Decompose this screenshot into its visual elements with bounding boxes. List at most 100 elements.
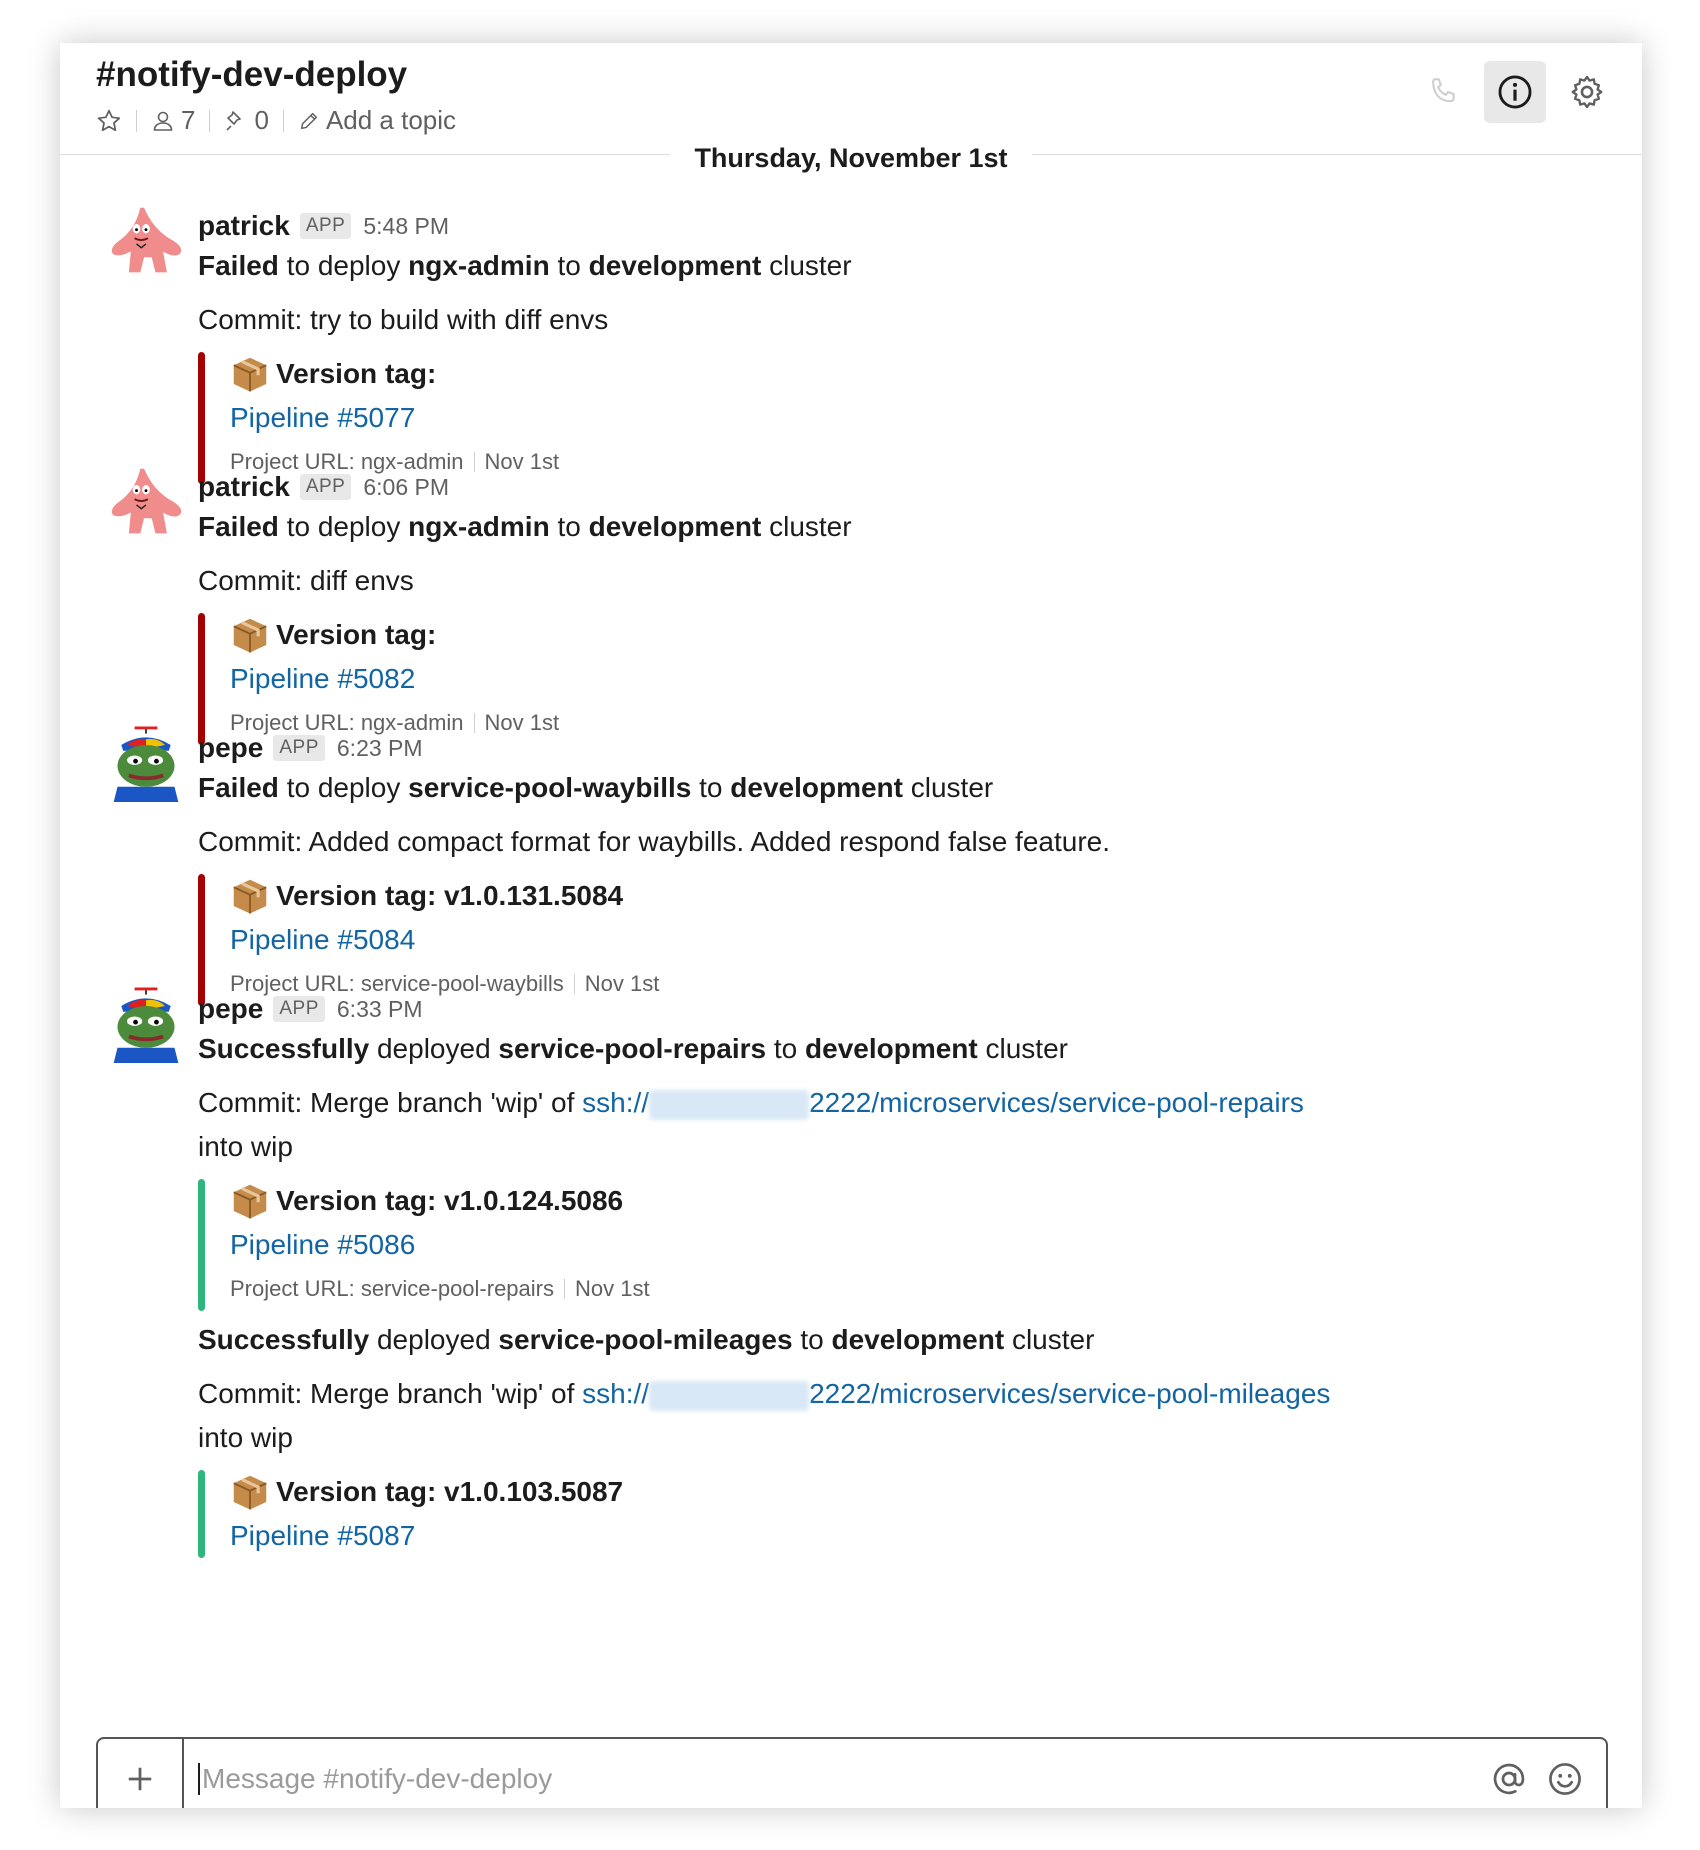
deploy-verb: to deploy bbox=[286, 250, 401, 281]
commit-prefix: Commit: Merge branch 'wip' of bbox=[198, 1087, 575, 1118]
pepe-avatar[interactable] bbox=[108, 726, 184, 802]
package-icon bbox=[233, 879, 267, 914]
repo-link[interactable]: ssh:// 2222/microservices/service-pool-mi… bbox=[582, 1378, 1331, 1411]
message-content: pepe APP 6:23 PM Failed to deploy servic… bbox=[198, 730, 1602, 1006]
to-word: to bbox=[800, 1324, 824, 1355]
meta-divider bbox=[282, 109, 284, 132]
app-badge: APP bbox=[299, 474, 352, 500]
attach-button[interactable] bbox=[98, 1739, 184, 1808]
message-header: pepe APP 6:33 PM bbox=[198, 991, 1602, 1027]
cluster-word: cluster bbox=[910, 772, 994, 803]
to-word: to bbox=[557, 511, 581, 542]
member-count: 7 bbox=[181, 105, 196, 135]
channel-details-button[interactable] bbox=[1484, 61, 1546, 123]
author-name[interactable]: pepe bbox=[198, 732, 263, 764]
package-icon bbox=[233, 1184, 267, 1219]
environment-name: development bbox=[588, 511, 762, 542]
commit-message: Commit: Added compact format for waybill… bbox=[198, 826, 1111, 857]
deploy-verb: deployed bbox=[376, 1324, 491, 1355]
to-word: to bbox=[699, 772, 723, 803]
message-timestamp[interactable]: 6:23 PM bbox=[337, 735, 423, 762]
deploy-status-line: Failed to deploy service-pool-waybills t… bbox=[198, 766, 1602, 810]
call-button[interactable] bbox=[1412, 61, 1474, 123]
deploy-status-line: Failed to deploy ngx-admin to developmen… bbox=[198, 244, 1602, 288]
attachment: Version tag: v1.0.103.5087 Pipeline #508… bbox=[198, 1470, 1602, 1558]
pencil-icon bbox=[300, 112, 318, 129]
message-timestamp[interactable]: 6:06 PM bbox=[363, 474, 449, 501]
package-icon bbox=[233, 1475, 267, 1510]
app-badge: APP bbox=[273, 996, 325, 1022]
repo-link-scheme: ssh:// bbox=[582, 1087, 650, 1118]
deploy-status-line: Successfully deployed service-pool-milea… bbox=[198, 1318, 1602, 1362]
deploy-status-line: Failed to deploy ngx-admin to developmen… bbox=[198, 505, 1602, 549]
deploy-status: Failed bbox=[198, 772, 279, 803]
cluster-word: cluster bbox=[985, 1033, 1068, 1064]
service-name: ngx-admin bbox=[408, 511, 550, 542]
patrick-avatar[interactable] bbox=[108, 465, 184, 541]
attachment: Version tag: v1.0.131.5084 Pipeline #508… bbox=[198, 874, 1602, 1006]
pipeline-link[interactable]: Pipeline #5084 bbox=[230, 918, 1602, 962]
pipeline-link[interactable]: Pipeline #5086 bbox=[230, 1223, 1602, 1267]
attachment-title: Version tag: v1.0.124.5086 bbox=[230, 1179, 1602, 1223]
author-name[interactable]: patrick bbox=[198, 210, 290, 242]
deploy-status: Successfully bbox=[198, 1324, 370, 1355]
environment-name: development bbox=[831, 1324, 1005, 1355]
commit-prefix: Commit: Merge branch 'wip' of bbox=[198, 1378, 575, 1409]
repo-link[interactable]: ssh:// 2222/microservices/service-pool-re… bbox=[582, 1087, 1304, 1120]
pipeline-link[interactable]: Pipeline #5082 bbox=[230, 657, 1602, 701]
star-icon bbox=[97, 109, 121, 131]
star-button[interactable] bbox=[96, 108, 122, 134]
author-name[interactable]: pepe bbox=[198, 993, 263, 1025]
smiley-icon[interactable] bbox=[1546, 1760, 1584, 1798]
app-badge: APP bbox=[273, 735, 325, 761]
pipeline-link[interactable]: Pipeline #5087 bbox=[230, 1514, 1602, 1558]
text-caret bbox=[198, 1763, 200, 1795]
deploy-status-line: Successfully deployed service-pool-repai… bbox=[198, 1027, 1602, 1071]
service-name: service-pool-waybills bbox=[408, 772, 692, 803]
message-timestamp[interactable]: 5:48 PM bbox=[363, 213, 449, 240]
settings-button[interactable] bbox=[1556, 61, 1618, 123]
cluster-word: cluster bbox=[1011, 1324, 1095, 1355]
attachment: Version tag: v1.0.124.5086 Pipeline #508… bbox=[198, 1179, 1602, 1311]
composer-actions bbox=[1490, 1739, 1606, 1808]
message-list[interactable]: patrick APP 5:48 PM Failed to deploy ngx… bbox=[60, 156, 1642, 1731]
attachment-color-bar bbox=[198, 1179, 205, 1311]
author-name[interactable]: patrick bbox=[198, 471, 290, 503]
pepe-avatar[interactable] bbox=[108, 987, 184, 1063]
deploy-verb: to deploy bbox=[286, 511, 401, 542]
meta-divider bbox=[209, 109, 211, 132]
cluster-word: cluster bbox=[769, 250, 852, 281]
message-composer: Message #notify-dev-deploy bbox=[96, 1737, 1608, 1808]
pin-icon bbox=[226, 110, 242, 131]
cluster-word: cluster bbox=[769, 511, 852, 542]
members-button[interactable]: 7 bbox=[151, 105, 195, 136]
project-url: Project URL: service-pool-repairs bbox=[230, 1276, 554, 1301]
pipeline-link[interactable]: Pipeline #5077 bbox=[230, 396, 1602, 440]
commit-suffix: into wip bbox=[198, 1131, 293, 1162]
commit-message: Commit: Merge branch 'wip' of ssh:// 2222… bbox=[198, 1081, 1602, 1125]
to-word: to bbox=[557, 250, 581, 281]
at-icon[interactable] bbox=[1490, 1760, 1528, 1798]
pins-button[interactable]: 0 bbox=[224, 105, 269, 136]
commit-message: Commit: diff envs bbox=[198, 565, 414, 596]
repo-link-path: 2222/microservices/service-pool-mileages bbox=[809, 1378, 1331, 1409]
service-name: ngx-admin bbox=[408, 250, 550, 281]
attachment-title: Version tag: bbox=[230, 352, 1602, 396]
patrick-avatar[interactable] bbox=[108, 204, 184, 280]
add-topic-button[interactable]: Add a topic bbox=[298, 105, 456, 136]
message-input[interactable]: Message #notify-dev-deploy bbox=[184, 1739, 1490, 1808]
message-timestamp[interactable]: 6:33 PM bbox=[337, 996, 423, 1023]
attachment: Version tag: Pipeline #5082 Project URL:… bbox=[198, 613, 1602, 745]
attachment-color-bar bbox=[198, 352, 205, 484]
version-tag: Version tag: bbox=[276, 358, 437, 389]
redacted-host bbox=[649, 1089, 810, 1120]
pinned-count: 0 bbox=[254, 105, 269, 135]
message-header: patrick APP 6:06 PM bbox=[198, 469, 1602, 505]
to-word: to bbox=[773, 1033, 798, 1064]
message-content: patrick APP 5:48 PM Failed to deploy ngx… bbox=[198, 208, 1602, 484]
redacted-host bbox=[649, 1380, 810, 1411]
version-tag: Version tag: v1.0.124.5086 bbox=[276, 1185, 624, 1216]
deploy-status: Successfully bbox=[198, 1033, 370, 1064]
service-name: service-pool-repairs bbox=[498, 1033, 767, 1064]
phone-icon bbox=[1432, 78, 1455, 103]
